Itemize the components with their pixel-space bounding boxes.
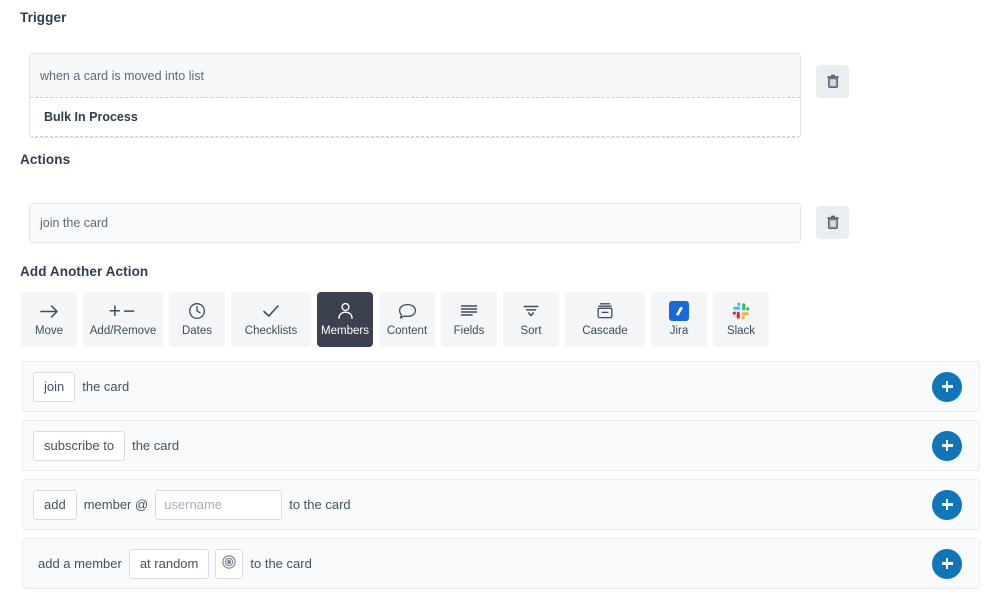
sort-funnel-icon bbox=[522, 301, 540, 321]
tab-label: Sort bbox=[520, 325, 542, 338]
existing-action-card[interactable]: join the card bbox=[29, 203, 801, 243]
tab-label: Add/Remove bbox=[89, 325, 157, 338]
clock-icon bbox=[188, 301, 206, 321]
option-row-add-member[interactable]: add member @ to the card bbox=[22, 479, 980, 530]
username-input[interactable] bbox=[155, 489, 283, 520]
actions-section-title: Actions bbox=[20, 152, 71, 167]
option-row-subscribe[interactable]: subscribe to the card bbox=[22, 420, 980, 471]
archive-box-icon bbox=[596, 301, 614, 321]
trigger-description: when a card is moved into list bbox=[30, 54, 800, 98]
trigger-list-name: Bulk In Process bbox=[30, 98, 800, 137]
tab-label: Cascade bbox=[582, 325, 628, 338]
add-action-button[interactable] bbox=[932, 430, 962, 461]
tab-label: Slack bbox=[726, 325, 756, 338]
plus-minus-icon: +− bbox=[108, 299, 138, 323]
automation-rule-editor: Trigger when a card is moved into list B… bbox=[0, 0, 999, 592]
action-description: join the card bbox=[40, 216, 109, 230]
add-action-button[interactable] bbox=[932, 371, 962, 402]
trigger-card[interactable]: when a card is moved into list Bulk In P… bbox=[29, 53, 801, 138]
row-text-prefix: add a member bbox=[38, 556, 122, 571]
join-dropdown[interactable]: join bbox=[33, 371, 76, 402]
tab-label: Fields bbox=[453, 325, 485, 338]
tab-fields[interactable]: Fields bbox=[441, 292, 497, 347]
tab-jira[interactable]: Jira bbox=[651, 292, 707, 347]
tab-checklists[interactable]: Checklists bbox=[231, 292, 311, 347]
person-icon bbox=[337, 301, 354, 321]
add-action-button[interactable] bbox=[932, 548, 962, 579]
check-icon bbox=[261, 301, 281, 321]
delete-action-button[interactable] bbox=[816, 206, 849, 239]
lines-icon bbox=[460, 301, 478, 321]
add-action-button[interactable] bbox=[932, 489, 962, 520]
delete-trigger-button[interactable] bbox=[816, 65, 849, 98]
comment-icon bbox=[398, 301, 417, 321]
tab-label: Checklists bbox=[244, 325, 298, 338]
arrow-right-icon bbox=[39, 301, 60, 321]
option-row-add-random-member[interactable]: add a member at random to the card bbox=[22, 538, 980, 589]
tab-label: Move bbox=[34, 325, 64, 338]
row-text: to the card bbox=[289, 497, 351, 512]
tab-label: Members bbox=[321, 325, 369, 338]
target-icon-button[interactable] bbox=[215, 548, 244, 579]
tab-sort[interactable]: Sort bbox=[503, 292, 559, 347]
tab-slack[interactable]: Slack bbox=[713, 292, 769, 347]
subscribe-dropdown[interactable]: subscribe to bbox=[33, 430, 126, 461]
add-another-action-title: Add Another Action bbox=[20, 264, 149, 279]
tab-label: Dates bbox=[181, 325, 213, 338]
tab-content[interactable]: Content bbox=[379, 292, 435, 347]
option-row-join[interactable]: join the card bbox=[22, 361, 980, 412]
tab-members[interactable]: Members bbox=[317, 292, 373, 347]
slack-icon bbox=[732, 301, 750, 321]
row-text-member-at: member @ bbox=[83, 497, 149, 512]
tab-label: Jira bbox=[669, 325, 689, 338]
tab-dates[interactable]: Dates bbox=[169, 292, 225, 347]
trigger-section-title: Trigger bbox=[20, 10, 67, 25]
row-text: the card bbox=[82, 379, 130, 394]
tab-add-remove[interactable]: +− Add/Remove bbox=[83, 292, 163, 347]
add-dropdown[interactable]: add bbox=[33, 489, 77, 520]
jira-icon bbox=[669, 301, 689, 322]
tab-move[interactable]: Move bbox=[21, 292, 77, 347]
at-random-dropdown[interactable]: at random bbox=[128, 548, 210, 579]
target-icon bbox=[222, 555, 237, 572]
row-text: the card bbox=[132, 438, 180, 453]
trash-icon bbox=[826, 215, 840, 230]
trash-icon bbox=[826, 74, 840, 89]
action-category-tabs: Move +− Add/Remove Dates Checklists Memb… bbox=[21, 292, 769, 347]
row-text: to the card bbox=[250, 556, 312, 571]
tab-label: Content bbox=[386, 325, 428, 338]
tab-cascade[interactable]: Cascade bbox=[565, 292, 645, 347]
